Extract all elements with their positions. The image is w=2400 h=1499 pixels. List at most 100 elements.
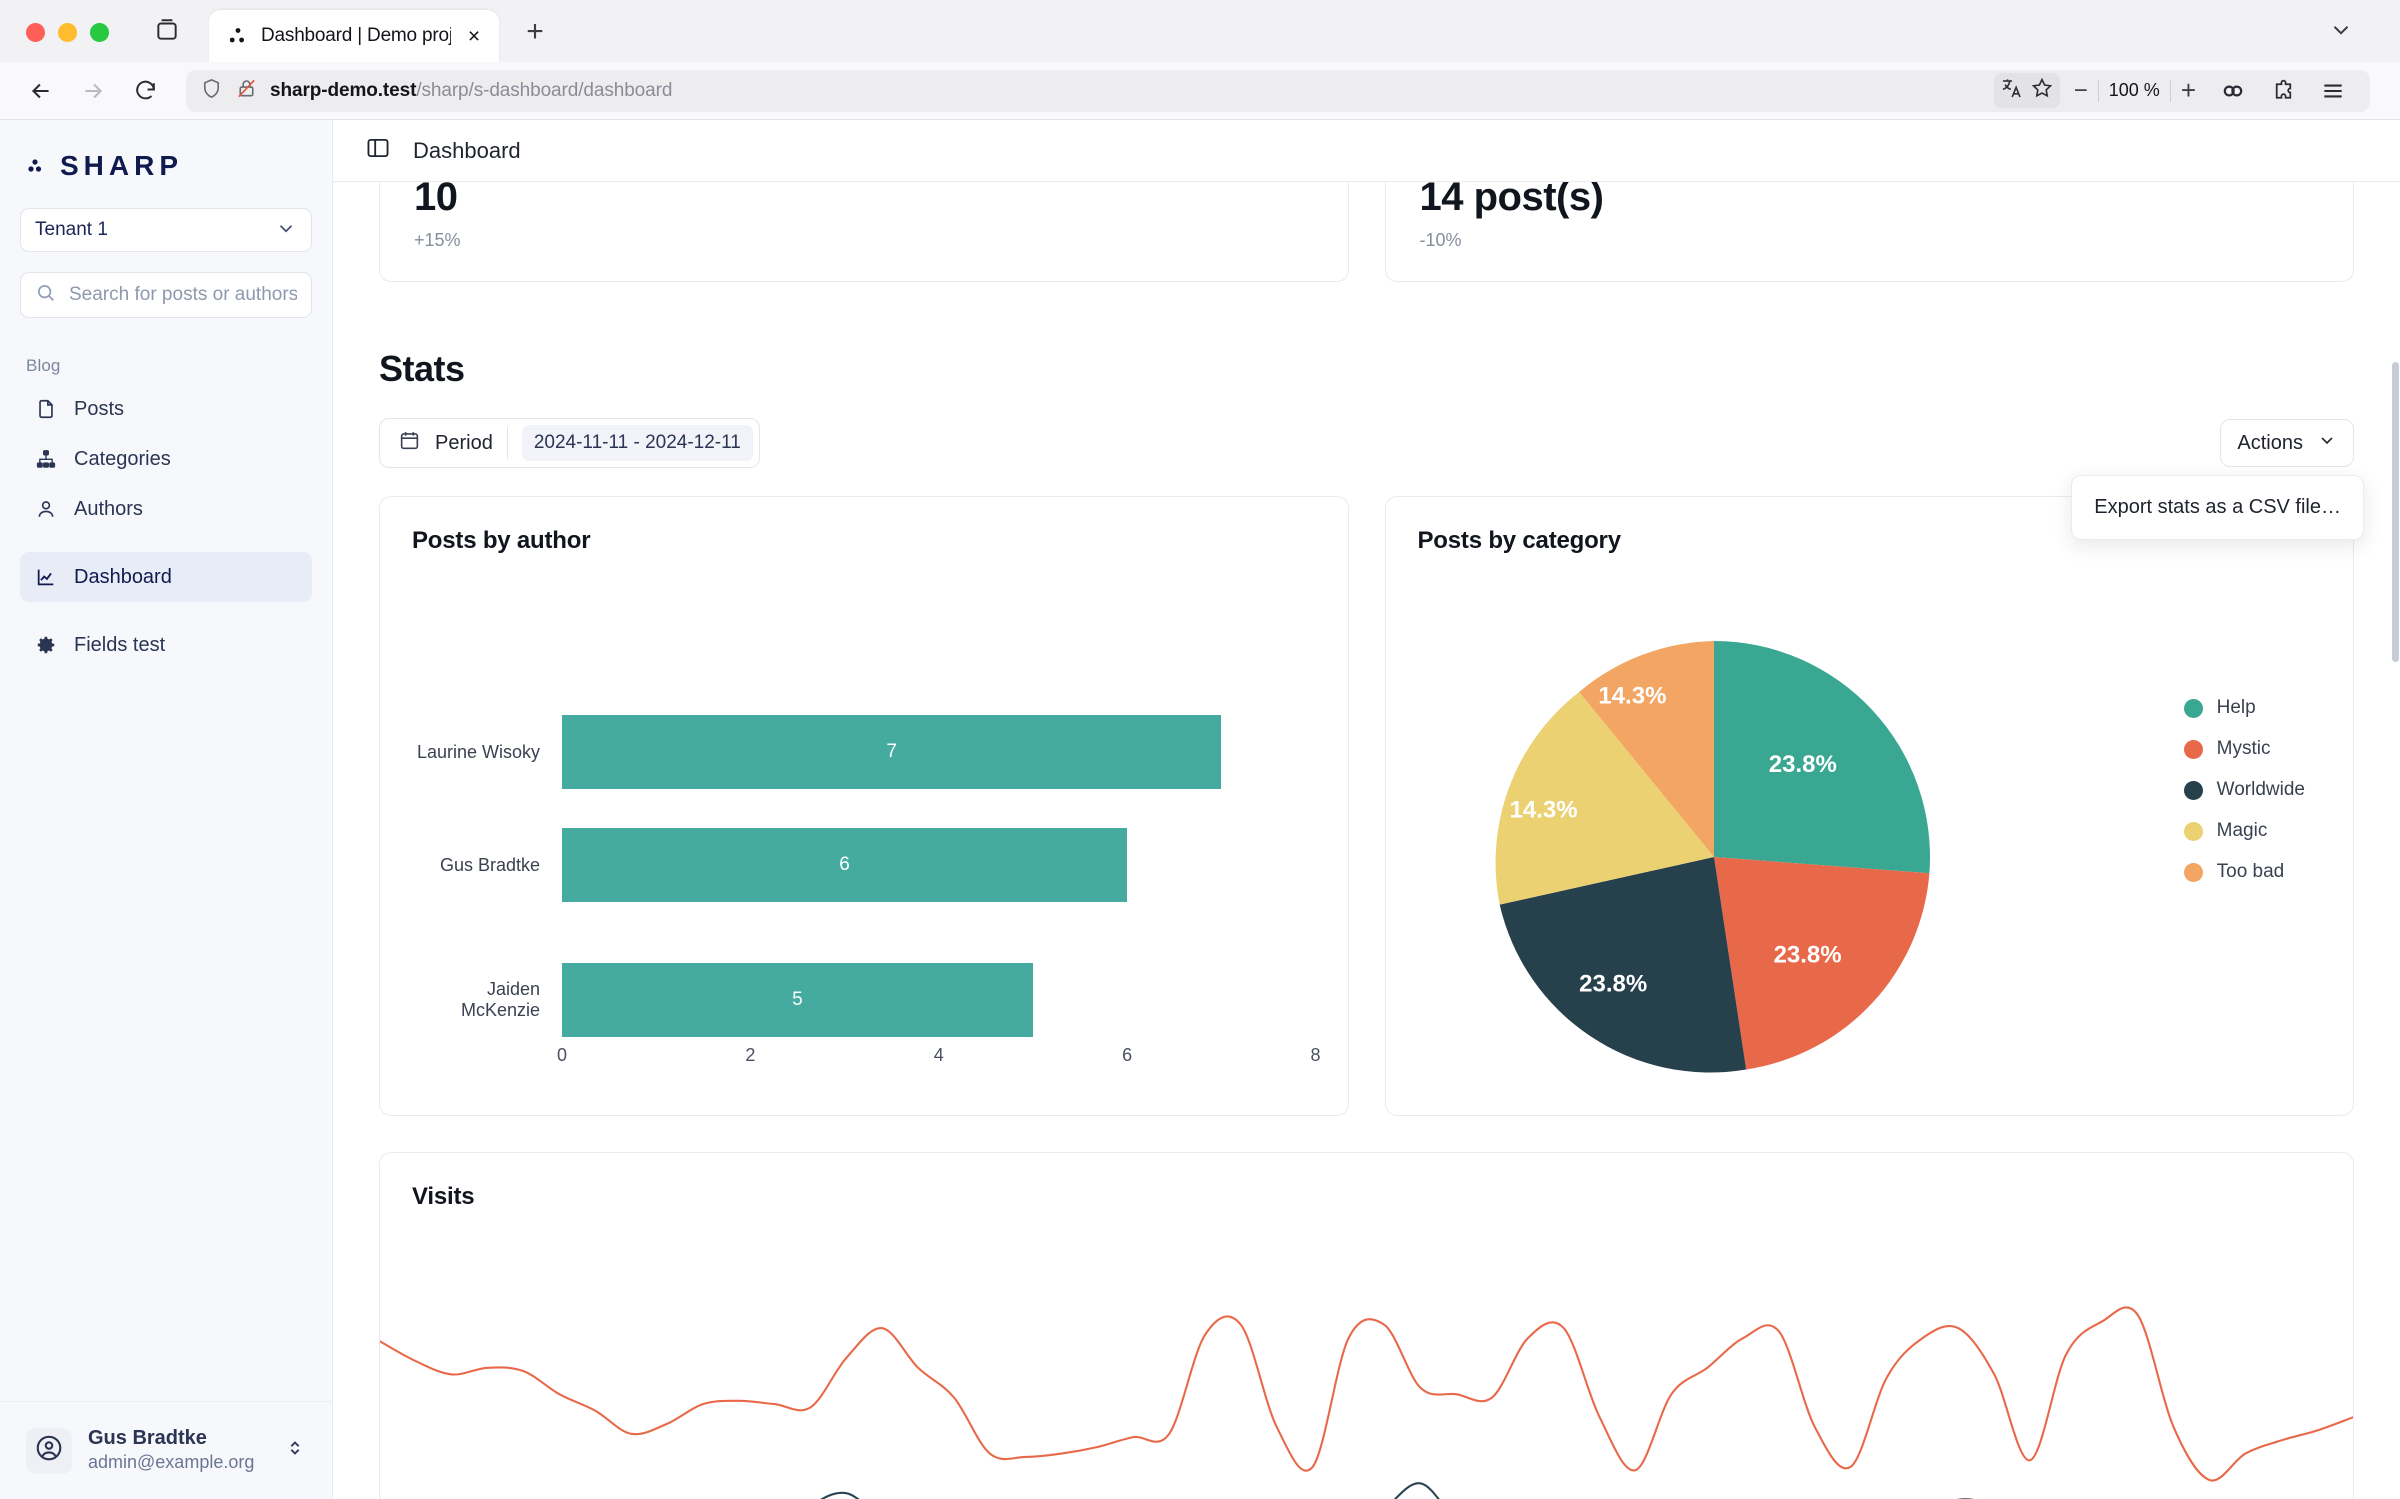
bar-category-label: Gus Bradtke — [439, 854, 540, 875]
star-icon[interactable] — [2030, 76, 2054, 105]
url-path: /sharp/s-dashboard/dashboard — [416, 79, 673, 101]
scrollbar-thumb[interactable] — [2392, 362, 2399, 662]
main-area: Dashboard Draft posts 10 +15% Online pos… — [333, 120, 2400, 1499]
page-title: Dashboard — [413, 137, 521, 163]
lock-crossed-icon[interactable] — [235, 77, 258, 105]
close-icon[interactable]: × — [463, 26, 485, 47]
kpi-card-draft-posts: Draft posts 10 +15% — [379, 182, 1349, 282]
bar-row[interactable]: Laurine Wisoky 7 — [412, 715, 1316, 789]
address-bar[interactable]: sharp-demo.test/sharp/s-dashboard/dashbo… — [186, 68, 2370, 114]
zoom-level: 100 % — [2108, 80, 2160, 100]
kpi-delta: +15% — [414, 230, 461, 250]
zoom-in-button[interactable]: + — [2181, 75, 2196, 106]
period-value[interactable]: 2024-11-11 - 2024-12-11 — [521, 425, 753, 461]
extension-icon[interactable] — [2260, 68, 2306, 114]
legend-label: Mystic — [2216, 738, 2271, 759]
brand-name: SHARP — [60, 150, 184, 181]
sharp-dots-icon — [26, 153, 52, 179]
sidebar-item-dashboard[interactable]: Dashboard — [20, 552, 312, 602]
sidebar-toggle-icon[interactable] — [365, 135, 391, 166]
chart-card-posts-by-author: Posts by author Laurine Wisoky 7 Gus Bra… — [379, 496, 1349, 1116]
zoom-controls: − 100 % + — [2074, 75, 2196, 106]
reload-icon[interactable] — [122, 68, 168, 114]
legend-label: Magic — [2216, 820, 2268, 841]
search-box[interactable] — [20, 272, 312, 318]
chart-card-posts-by-category: Posts by category 23.8% 23.8% 23.8% 14.3… — [1384, 496, 2354, 1116]
axis-tick-label: 6 — [1122, 1045, 1133, 1065]
legend-label: Too bad — [2216, 861, 2285, 882]
search-input[interactable] — [69, 284, 297, 306]
chart-card-visits: Visits — [379, 1152, 2354, 1499]
bar-category-label: Laurine Wisoky — [416, 741, 540, 762]
legend-item[interactable]: Help — [2183, 697, 2305, 719]
chevron-down-icon — [249, 217, 297, 244]
period-label: Period — [435, 431, 493, 454]
bar-chart-plot: Laurine Wisoky 7 Gus Bradtke 6 Jaiden Mc… — [412, 607, 1321, 1091]
legend-label: Help — [2216, 697, 2256, 718]
tab-title: Dashboard | Demo project (9.0.0 — [261, 25, 451, 46]
user-circle-icon — [34, 1433, 64, 1468]
gear-icon — [34, 633, 58, 657]
scroll-content: Draft posts 10 +15% Online posts 14 post… — [333, 182, 2400, 1499]
pie-slice-label: 14.3% — [1509, 796, 1577, 823]
bar-fill: 5 — [562, 963, 1033, 1037]
visits-series-navy — [380, 1483, 2353, 1499]
maximize-window-button[interactable] — [90, 23, 109, 42]
hamburger-menu-icon[interactable] — [2310, 68, 2356, 114]
scrollbar-track[interactable] — [2392, 182, 2400, 1499]
bar-row[interactable]: Gus Bradtke 6 — [412, 828, 1316, 902]
bar-category-label: Jaiden McKenzie — [460, 979, 540, 1020]
chevron-up-down-icon[interactable] — [284, 1437, 306, 1464]
sidebar: SHARP Tenant 1 Blog Posts — [0, 120, 333, 1499]
close-window-button[interactable] — [26, 23, 45, 42]
bar-chart-x-axis: 0 2 4 6 8 — [557, 1045, 1321, 1091]
legend-item[interactable]: Too bad — [2183, 861, 2305, 883]
new-tab-button[interactable]: + — [513, 10, 557, 54]
infinity-icon[interactable] — [2210, 68, 2256, 114]
axis-tick-label: 8 — [1310, 1045, 1321, 1065]
page-topbar: Dashboard — [333, 120, 2400, 182]
sidebar-item-categories[interactable]: Categories — [20, 434, 312, 484]
sidebar-item-label: Dashboard — [74, 565, 172, 588]
actions-button[interactable]: Actions — [2220, 419, 2354, 467]
bar-fill: 6 — [562, 828, 1128, 902]
menu-item-export-csv[interactable]: Export stats as a CSV file… — [2072, 490, 2363, 525]
charts-row: Posts by author Laurine Wisoky 7 Gus Bra… — [379, 496, 2354, 1116]
minimize-window-button[interactable] — [58, 23, 77, 42]
pie-slice-label: 23.8% — [1773, 942, 1841, 969]
period-filter-button[interactable]: Period 2024-11-11 - 2024-12-11 — [379, 418, 760, 468]
brand-logo[interactable]: SHARP — [0, 120, 332, 204]
shield-icon[interactable] — [200, 77, 223, 105]
legend-item[interactable]: Worldwide — [2183, 779, 2305, 801]
sidebar-item-fields-test[interactable]: Fields test — [20, 620, 312, 670]
bar-value-label: 5 — [792, 989, 803, 1010]
tab-list-icon[interactable] — [147, 10, 187, 50]
sidebar-user-menu[interactable]: Gus Bradtke admin@example.org — [0, 1401, 332, 1499]
zoom-out-button[interactable]: − — [2074, 77, 2088, 105]
tenant-selector[interactable]: Tenant 1 — [20, 208, 312, 252]
sidebar-item-authors[interactable]: Authors — [20, 484, 312, 534]
pie-slice-label: 23.8% — [1579, 970, 1647, 997]
back-arrow-icon[interactable] — [18, 68, 64, 114]
sidebar-item-posts[interactable]: Posts — [20, 384, 312, 434]
axis-tick: 0 — [557, 1045, 567, 1066]
document-icon — [34, 397, 58, 421]
calendar-icon — [398, 429, 421, 457]
browser-window: Dashboard | Demo project (9.0.0 × + — [0, 0, 2400, 1499]
axis-tick-label: 0 — [556, 1045, 568, 1065]
legend-item[interactable]: Mystic — [2183, 738, 2305, 760]
kpi-delta: -10% — [1419, 230, 1462, 250]
stats-heading: Stats — [379, 348, 465, 389]
legend-item[interactable]: Magic — [2183, 820, 2305, 842]
sidebar-item-label: Posts — [74, 397, 125, 420]
chevron-down-icon[interactable] — [2328, 17, 2354, 48]
forward-arrow-icon[interactable] — [70, 68, 116, 114]
app-root: SHARP Tenant 1 Blog Posts — [0, 120, 2400, 1499]
translate-icon[interactable] — [2000, 76, 2024, 105]
actions-wrapper: Actions Export stats as a CSV file… — [2071, 419, 2364, 540]
browser-tab[interactable]: Dashboard | Demo project (9.0.0 × — [209, 10, 499, 62]
legend-swatch — [2183, 780, 2203, 800]
bar-row[interactable]: Jaiden McKenzie 5 — [412, 963, 1316, 1037]
chart-title: Posts by author — [412, 527, 591, 554]
axis-tick: 2 — [745, 1045, 755, 1066]
